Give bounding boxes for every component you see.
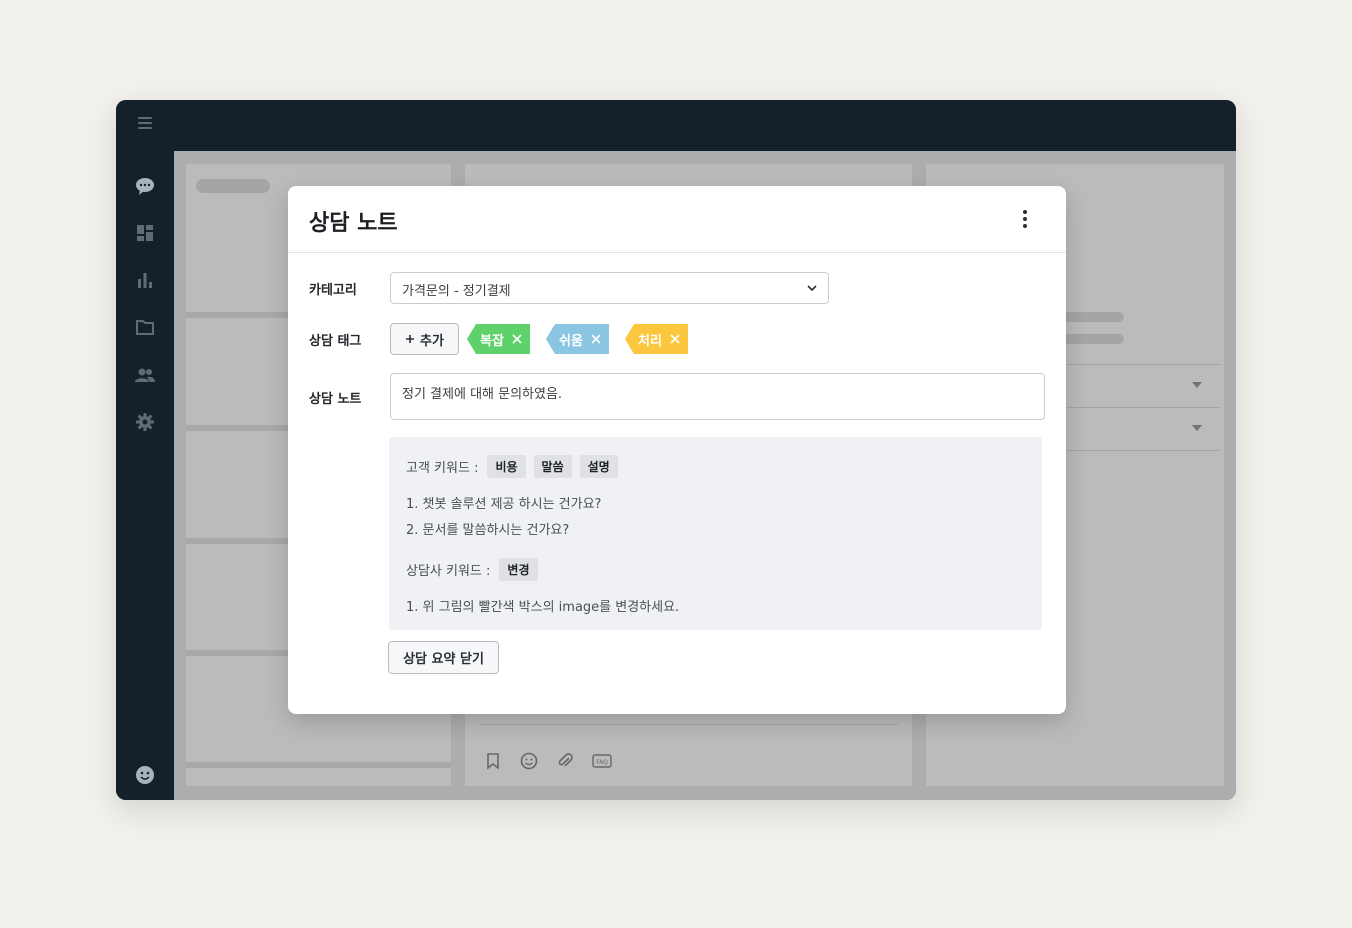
tag-label: 처리 <box>638 333 662 349</box>
users-icon[interactable] <box>134 364 156 386</box>
add-tag-button[interactable]: 추가 <box>390 323 459 355</box>
close-summary-button[interactable]: 상담 요약 닫기 <box>388 641 499 674</box>
tags-label: 상담 태그 <box>309 334 362 349</box>
keyword-chip: 변경 <box>499 558 538 581</box>
note-textarea[interactable]: 정기 결제에 대해 문의하였음. <box>390 373 1045 420</box>
tag-item[interactable]: 처리 <box>625 324 688 354</box>
tag-item[interactable]: 복잡 <box>467 324 530 354</box>
profile-icon[interactable] <box>134 764 156 786</box>
category-value: 가격문의 - 정기결제 <box>402 284 511 299</box>
chevron-down-icon <box>807 285 817 292</box>
summary-line: 1. 챗봇 솔루션 제공 하시는 건가요? <box>406 497 602 512</box>
summary-line: 2. 문서를 말씀하시는 건가요? <box>406 523 570 538</box>
kebab-vertical-icon[interactable] <box>1016 210 1034 230</box>
category-select[interactable]: 가격문의 - 정기결제 <box>390 272 829 304</box>
close-icon[interactable] <box>512 334 522 344</box>
note-label: 상담 노트 <box>309 392 362 407</box>
summary-box: 고객 키워드 : 비용 말씀 설명 1. 챗봇 솔루션 제공 하시는 건가요? … <box>389 437 1042 630</box>
close-icon[interactable] <box>591 334 601 344</box>
dashboard-icon[interactable] <box>134 222 156 244</box>
agent-keywords-row: 상담사 키워드 : 변경 <box>406 558 546 581</box>
summary-line: 1. 위 그림의 빨간색 박스의 image를 변경하세요. <box>406 600 680 615</box>
modal-header: 상담 노트 <box>288 186 1066 253</box>
keyword-chip: 설명 <box>579 455 618 478</box>
top-bar <box>116 100 1236 151</box>
category-label: 카테고리 <box>309 283 357 298</box>
stats-icon[interactable] <box>134 269 156 291</box>
customer-keywords-row: 고객 키워드 : 비용 말씀 설명 <box>406 455 626 478</box>
customer-keywords-label: 고객 키워드 : <box>406 461 479 476</box>
folder-icon[interactable] <box>134 316 156 338</box>
agent-keywords-label: 상담사 키워드 : <box>406 564 491 579</box>
keyword-chip: 말씀 <box>533 455 572 478</box>
settings-icon[interactable] <box>134 411 156 433</box>
close-icon[interactable] <box>670 334 680 344</box>
tag-label: 쉬움 <box>559 333 583 349</box>
keyword-chip: 비용 <box>487 455 526 478</box>
plus-icon <box>406 335 415 343</box>
modal-title: 상담 노트 <box>309 211 398 236</box>
menu-icon[interactable] <box>138 117 152 131</box>
tag-item[interactable]: 쉬움 <box>546 324 609 354</box>
add-tag-label: 추가 <box>420 333 444 349</box>
consult-note-modal: 상담 노트 카테고리 가격문의 - 정기결제 상담 태그 추가 복잡 쉬움 처리… <box>288 186 1066 714</box>
chat-icon[interactable] <box>134 175 156 197</box>
tag-label: 복잡 <box>480 333 504 349</box>
sidebar <box>116 151 174 800</box>
